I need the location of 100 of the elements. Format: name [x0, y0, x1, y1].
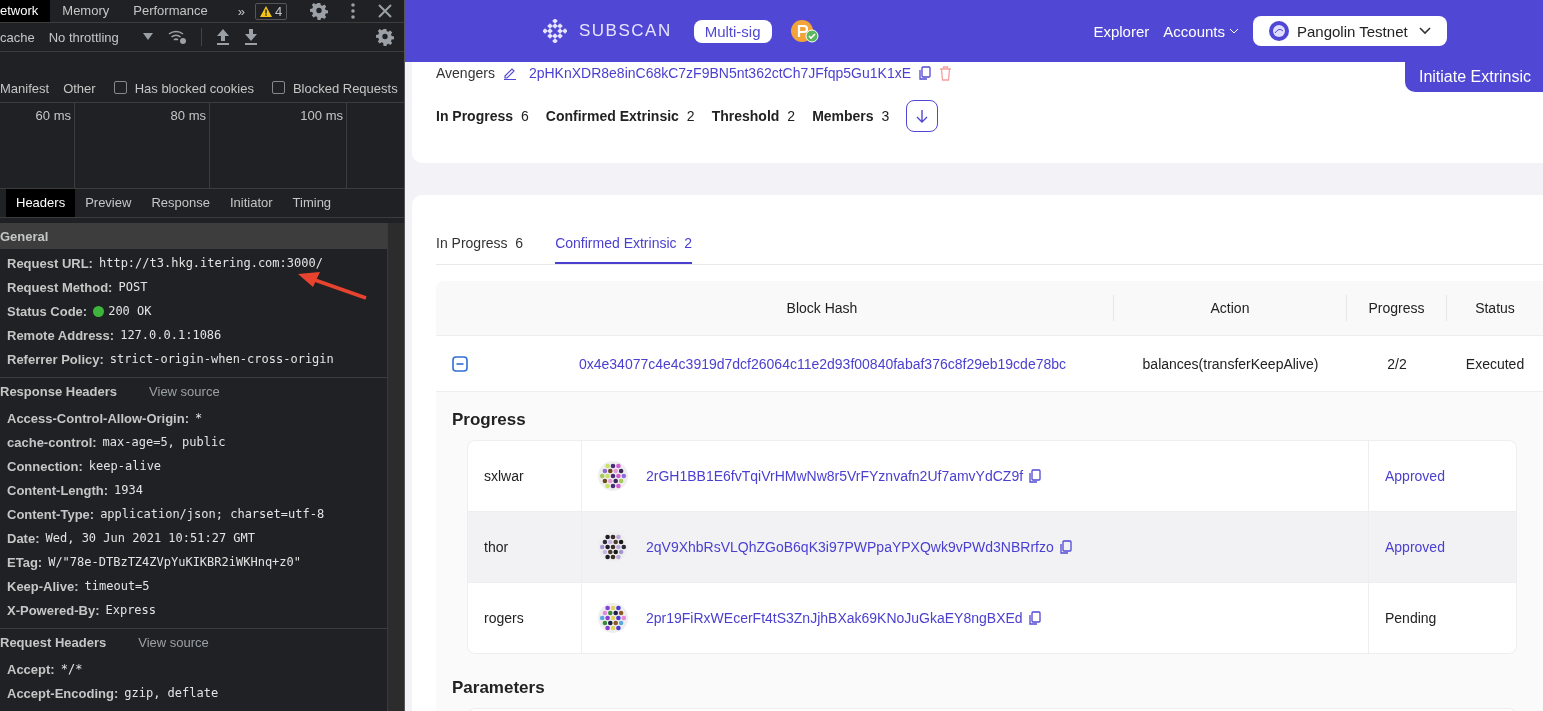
logo-text[interactable]: SUBSCAN — [579, 21, 672, 41]
header-value: 127.0.0.1:1086 — [120, 328, 222, 342]
section-title[interactable]: General — [0, 228, 49, 244]
nav-link[interactable]: Explorer — [1093, 22, 1150, 40]
detail-heading: Parameters — [452, 678, 546, 698]
cache-label: cache — [0, 29, 35, 45]
checkbox[interactable] — [271, 80, 285, 94]
dropdown-icon[interactable] — [142, 33, 153, 42]
approval-status: Pending — [1385, 610, 1437, 626]
detail-tab[interactable]: Preview — [75, 189, 142, 217]
type-filter[interactable]: Manifest — [0, 80, 50, 96]
panel-tab[interactable]: etwork — [0, 0, 51, 22]
header-value: Wed, 30 Jun 2021 10:51:27 GMT — [45, 531, 256, 545]
copy-icon[interactable] — [919, 66, 931, 80]
header-value: 200 OK — [108, 304, 152, 318]
checkbox-label: Has blocked cookies — [134, 80, 254, 96]
stat-value: 2 — [787, 108, 796, 124]
header-name: Date: — [7, 530, 40, 546]
collapse-icon[interactable] — [452, 355, 468, 372]
download-icon[interactable] — [243, 29, 258, 46]
account-address[interactable]: 2pHKnXDR8e8inC68kC7zF9BN5nt362ctCh7JFfqp5Gu1K1xE — [528, 65, 911, 81]
section-title[interactable]: Response Headers — [0, 383, 118, 399]
block-hash-link[interactable]: 0x4e34077c4e4c3919d7dcf26064c11e2d93f00840fabaf376c8f29eb19cde78bc — [578, 355, 1067, 372]
header-value: application/json; charset=utf-8 — [100, 507, 325, 521]
list-tab[interactable]: In Progress 6 — [436, 235, 524, 264]
detail-tab[interactable]: Initiator — [219, 189, 283, 217]
header-name: Status Code: — [7, 303, 88, 319]
multisig-badge: Multi-sig — [693, 19, 772, 43]
member-address[interactable]: 2rGH1BB1E6fvTqiVrHMwNw8r5VrFYznvafn2Uf7amvYdCZ9f — [646, 468, 1024, 484]
member-address[interactable]: 2qV9XhbRsVLQhZGoB6qK3i97PWPpaYPXQwk9vPWd3NBRrfzo — [646, 539, 1054, 555]
header-name: X-Powered-By: — [7, 602, 100, 618]
header-name: Access-Control-Allow-Origin: — [7, 410, 189, 426]
detail-tab[interactable]: Headers — [6, 189, 76, 217]
approval-status: Approved — [1385, 539, 1445, 555]
header-name: Connection: — [7, 458, 83, 474]
timeline-tick: 60 ms — [35, 107, 71, 123]
initiate-extrinsic-button[interactable]: Initiate Extrinsic — [1404, 62, 1543, 92]
progress-cell: 2/2 — [1387, 355, 1407, 372]
settings-icon[interactable] — [376, 28, 394, 47]
member-name: thor — [484, 539, 509, 555]
stat-value: 6 — [521, 108, 529, 124]
copy-icon[interactable] — [1029, 469, 1042, 483]
header-value: 1934 — [114, 483, 143, 497]
stat-label: Members — [812, 108, 874, 124]
header-value: Express — [105, 603, 157, 617]
column-header: Progress — [1347, 295, 1447, 321]
more-icon[interactable] — [350, 2, 357, 20]
checkbox[interactable] — [113, 80, 127, 94]
upload-icon[interactable] — [215, 29, 230, 46]
wifi-gear-icon[interactable] — [166, 29, 187, 46]
type-filter[interactable]: Other — [63, 80, 96, 96]
detail-tab[interactable]: Timing — [282, 189, 342, 217]
identicon — [598, 532, 628, 562]
scrollbar[interactable] — [387, 223, 404, 711]
header-value: http://t3.hkg.itering.com:3000/ — [98, 256, 323, 270]
chevron-down-icon[interactable] — [1419, 27, 1431, 35]
header-value: gzip, deflate — [124, 686, 219, 700]
close-icon[interactable] — [378, 4, 393, 18]
network-icon — [1269, 21, 1289, 41]
header-name: Referrer Policy: — [7, 351, 104, 367]
timeline-tick: 80 ms — [170, 107, 206, 123]
column-header: Block Hash — [531, 295, 1114, 321]
header-name: Request Method: — [7, 279, 113, 295]
detail-tab[interactable]: Response — [141, 189, 220, 217]
list-tab[interactable]: Confirmed Extrinsic 2 — [555, 235, 693, 264]
network-select[interactable]: Pangolin Testnet — [1253, 16, 1447, 46]
stat-label: Confirmed Extrinsic — [545, 108, 679, 124]
view-source-link[interactable]: View source — [149, 383, 220, 399]
header-name: ETag: — [7, 554, 43, 570]
settings-icon[interactable] — [310, 2, 329, 20]
copy-icon[interactable] — [1059, 540, 1072, 554]
action-cell: balances(transferKeepAlive) — [1142, 355, 1319, 372]
identicon — [598, 461, 628, 491]
copy-icon[interactable] — [1028, 611, 1041, 625]
header-name: Request URL: — [7, 255, 93, 271]
member-name: sxlwar — [484, 468, 524, 484]
section-title[interactable]: Request Headers — [0, 634, 107, 650]
annotation-arrow — [298, 272, 368, 300]
stat-value: 2 — [686, 108, 695, 124]
panel-tab[interactable]: Memory — [62, 0, 124, 22]
member-name: rogers — [484, 610, 524, 626]
header-name: Keep-Alive: — [7, 578, 79, 594]
header-value: */* — [60, 662, 83, 676]
download-button[interactable] — [906, 100, 939, 132]
warning-badge[interactable]: 4 — [254, 2, 288, 20]
approval-status: Approved — [1385, 468, 1445, 484]
checkbox-label: Blocked Requests — [292, 80, 398, 96]
header-value: POST — [118, 280, 148, 294]
arrow-down-icon[interactable] — [916, 109, 929, 123]
header-name: Content-Type: — [7, 506, 95, 522]
throttling-select[interactable]: No throttling — [48, 29, 153, 45]
nav-link[interactable]: Accounts — [1163, 22, 1239, 40]
more-tabs[interactable]: » — [237, 3, 245, 19]
header-name: Accept-Encoding: — [7, 685, 119, 701]
header-name: Remote Address: — [7, 327, 115, 343]
member-address[interactable]: 2pr19FiRxWEcerFt4tS3ZnJjhBXak69KNoJuGkaEY8ngBXEd — [646, 610, 1023, 626]
panel-tab[interactable]: Performance — [133, 0, 222, 22]
header-value: max-age=5, public — [102, 435, 226, 449]
edit-icon[interactable] — [502, 66, 517, 80]
view-source-link[interactable]: View source — [138, 634, 209, 650]
